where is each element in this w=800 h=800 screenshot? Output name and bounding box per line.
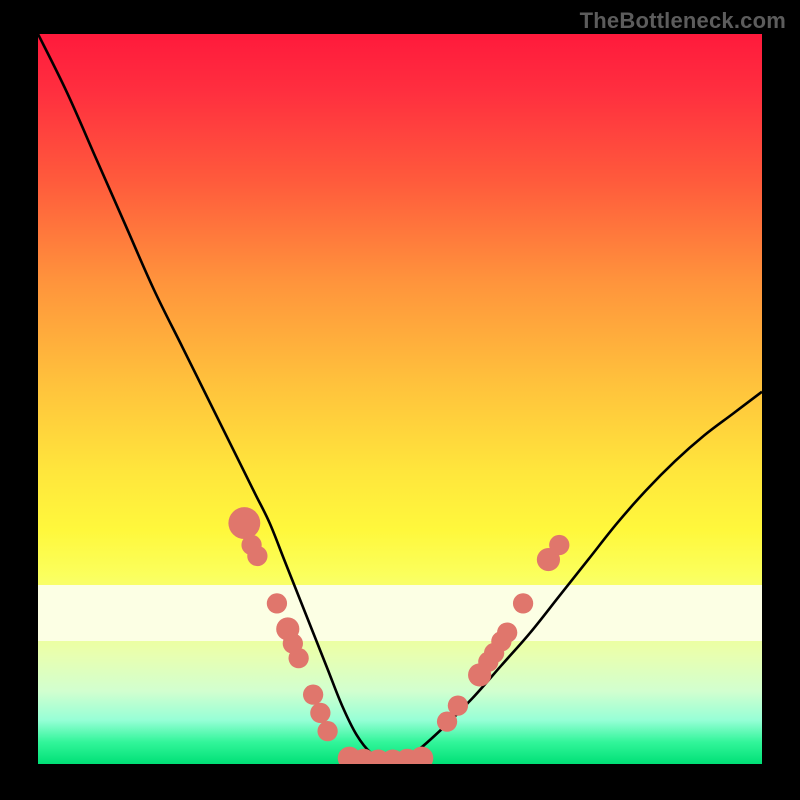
data-marker xyxy=(513,593,533,613)
data-marker xyxy=(303,685,323,705)
plot-area xyxy=(38,34,762,764)
bottleneck-curve xyxy=(38,34,762,761)
data-marker xyxy=(549,535,569,555)
data-marker xyxy=(448,695,468,715)
data-marker xyxy=(247,546,267,566)
data-marker xyxy=(310,703,330,723)
data-marker xyxy=(497,622,517,642)
watermark-text: TheBottleneck.com xyxy=(580,8,786,34)
chart-frame: TheBottleneck.com xyxy=(0,0,800,800)
data-marker xyxy=(267,593,287,613)
data-marker xyxy=(289,648,309,668)
curve-layer xyxy=(38,34,762,764)
data-marker xyxy=(410,747,433,764)
data-marker xyxy=(317,721,337,741)
data-marker xyxy=(228,507,260,539)
